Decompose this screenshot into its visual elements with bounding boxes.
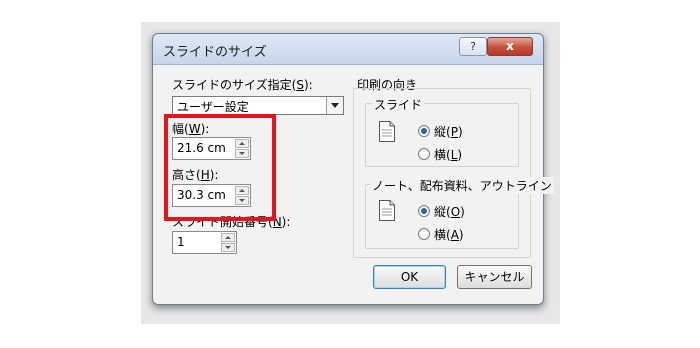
ok-button[interactable]: OK bbox=[373, 265, 446, 289]
dialog-title: スライドのサイズ bbox=[163, 45, 267, 60]
notes-landscape-label[interactable]: 横(A) bbox=[434, 226, 464, 243]
dropdown-arrow-icon[interactable] bbox=[326, 97, 343, 114]
document-portrait-icon bbox=[379, 121, 395, 142]
slides-portrait-label[interactable]: 縦(P) bbox=[434, 123, 463, 140]
spin-up-icon[interactable] bbox=[221, 233, 235, 242]
notes-landscape-end: ) bbox=[458, 228, 464, 242]
slide-size-label-end: ): bbox=[303, 78, 313, 92]
slides-portrait-text: 縦( bbox=[434, 125, 451, 139]
start-number-spinbox[interactable]: 1 bbox=[172, 231, 237, 254]
notes-orientation-title: ノート、配布資料、アウトライン bbox=[370, 177, 554, 194]
slides-landscape-radio[interactable] bbox=[418, 148, 430, 160]
slide-size-dialog: スライドのサイズ ? x スライドのサイズ指定(S): ユーザー設定 幅(W):… bbox=[152, 33, 554, 305]
highlight-frame bbox=[164, 114, 276, 221]
slide-size-value: ユーザー設定 bbox=[177, 100, 249, 114]
notes-portrait-label[interactable]: 縦(O) bbox=[434, 203, 465, 220]
slides-landscape-end: ) bbox=[457, 148, 463, 162]
cancel-button[interactable]: キャンセル bbox=[457, 265, 532, 289]
help-icon: ? bbox=[470, 40, 476, 53]
start-number-spin-buttons bbox=[221, 233, 235, 252]
notes-portrait-text: 縦( bbox=[434, 205, 451, 219]
notes-portrait-radio[interactable] bbox=[418, 205, 430, 217]
notes-portrait-end: ) bbox=[460, 205, 465, 219]
start-number-value: 1 bbox=[177, 235, 185, 249]
document-portrait-icon bbox=[379, 200, 395, 221]
slides-landscape-text: 横( bbox=[434, 148, 451, 162]
spin-down-icon[interactable] bbox=[221, 243, 235, 252]
notes-portrait-accel: O bbox=[450, 205, 461, 219]
slides-portrait-accel: P bbox=[450, 125, 458, 139]
notes-landscape-accel: A bbox=[450, 228, 459, 242]
start-number-label-end: ): bbox=[281, 215, 291, 229]
close-button[interactable]: x bbox=[487, 37, 533, 56]
notes-landscape-radio[interactable] bbox=[418, 228, 430, 240]
slide-size-label: スライドのサイズ指定(S): bbox=[172, 76, 313, 93]
slide-size-accel: S bbox=[296, 78, 304, 92]
slide-size-label-text: スライドのサイズ指定( bbox=[172, 78, 297, 92]
slides-portrait-end: ) bbox=[457, 125, 463, 139]
slide-size-dropdown[interactable]: ユーザー設定 bbox=[172, 96, 344, 115]
slides-orientation-title: スライド bbox=[372, 96, 425, 113]
title-bar: スライドのサイズ ? x bbox=[153, 34, 543, 65]
close-icon: x bbox=[506, 39, 514, 53]
slides-landscape-label[interactable]: 横(L) bbox=[434, 146, 462, 163]
slides-portrait-radio[interactable] bbox=[418, 125, 430, 137]
notes-landscape-text: 横( bbox=[434, 228, 451, 242]
help-button[interactable]: ? bbox=[459, 37, 487, 56]
